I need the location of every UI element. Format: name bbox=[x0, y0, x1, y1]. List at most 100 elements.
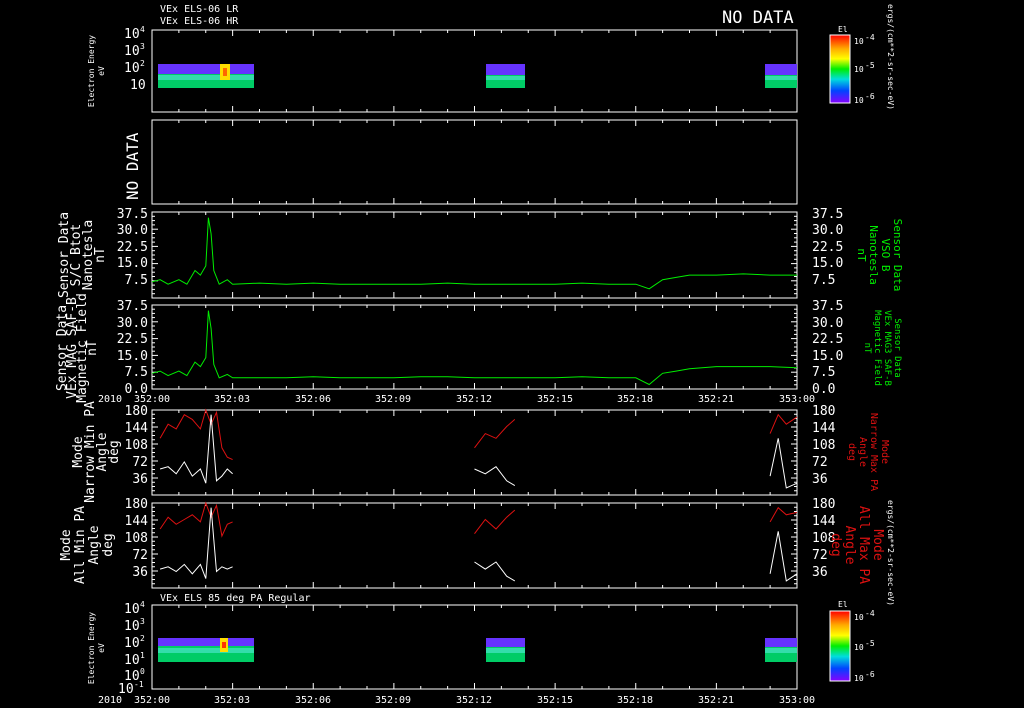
bot-xtick-8: 352:21 bbox=[698, 695, 734, 706]
mag_btot-series-0-segment-0 bbox=[151, 217, 797, 290]
mag1-ytick-4: 15.0 bbox=[117, 256, 148, 271]
pa2-right-label: Mode All Max PA Angle deg bbox=[828, 506, 885, 584]
spec-bot-yexp-5: 0 bbox=[140, 667, 145, 676]
pa1-right-label-4: deg bbox=[846, 443, 857, 461]
mid-xtick-3: 352:06 bbox=[295, 394, 331, 405]
mag1-ytick-2: 30.0 bbox=[117, 223, 148, 238]
mid-xtick-6: 352:15 bbox=[537, 394, 573, 405]
colorbar-top-tick-2: 10 bbox=[854, 65, 864, 74]
mag-panel-1-frame bbox=[151, 211, 798, 299]
mag2-ytick-3: 22.5 bbox=[117, 332, 148, 347]
pa1-right-label: Mode Narrow Max PA Angle deg bbox=[846, 413, 890, 491]
spectrogram-bottom-yaxis: 10 4 10 3 10 2 10 1 10 0 10 -1 bbox=[118, 600, 145, 697]
mid-xtick-5: 352:12 bbox=[456, 394, 492, 405]
bot-xtick-6: 352:15 bbox=[537, 695, 573, 706]
pa1-ytick-5: 36 bbox=[132, 472, 148, 487]
pa1-ytick-1: 180 bbox=[125, 404, 148, 419]
spec-bot-ytick-4: 10 bbox=[124, 653, 140, 668]
mag1-left-label-4: nT bbox=[93, 247, 108, 263]
mag2-ytick-2: 30.0 bbox=[117, 316, 148, 331]
nodata-panel-text: NO DATA bbox=[123, 132, 142, 200]
colorbar-top-units: ergs/(cm**2-sr-sec-eV) bbox=[886, 4, 895, 110]
pa2-ytick-r4: 72 bbox=[812, 548, 828, 563]
colorbar-bottom bbox=[829, 610, 851, 682]
spec-top-yexp-3: 2 bbox=[140, 59, 145, 68]
colorbar-bottom-tick-1: 10 bbox=[854, 613, 864, 622]
pa2-right-label-4: deg bbox=[828, 533, 843, 556]
spec-bot-yexp-2: 3 bbox=[140, 617, 145, 626]
pa2-ytick-2: 144 bbox=[125, 514, 149, 529]
mag-panel-2-yaxis: 37.5 30.0 22.5 15.0 7.5 0.0 37.5 30.0 22… bbox=[117, 299, 844, 397]
bottom-panel-title: VEx ELS 85 deg PA Regular bbox=[160, 593, 311, 604]
spectrogram-bottom-data bbox=[158, 638, 797, 662]
colorbar-top-tick-3: 10 bbox=[854, 96, 864, 105]
mag2-left-label: Sensor Data VEx MAG SAF-B Magnetic Field… bbox=[55, 293, 100, 403]
mag2-left-label-4: nT bbox=[85, 340, 100, 356]
spec-bot-yexp-4: 1 bbox=[140, 651, 145, 660]
plot-canvas: VEx ELS-06 LR VEx ELS-06 HR NO DATA 10 4… bbox=[55, 4, 904, 706]
spec-bot-yexp-1: 4 bbox=[140, 600, 145, 609]
pa_all-series-1-segment-1 bbox=[474, 561, 516, 582]
pa-panel-2-frame bbox=[151, 502, 798, 589]
pa2-ytick-3: 108 bbox=[125, 531, 148, 546]
mag1-ytick-r1: 37.5 bbox=[812, 207, 843, 222]
middle-time-axis: 2010 352:00 352:03 352:06 352:09 352:12 … bbox=[98, 394, 815, 405]
pa-panel-1-yaxis: 180 144 108 72 36 180 144 108 72 36 bbox=[125, 404, 836, 487]
pa1-ytick-r5: 36 bbox=[812, 472, 828, 487]
mag2-ytick-r5: 7.5 bbox=[812, 365, 835, 380]
pa1-ytick-2: 144 bbox=[125, 421, 149, 436]
pa2-left-label: Mode All Min PA Angle deg bbox=[59, 506, 116, 584]
colorbar-top-title: El bbox=[838, 25, 848, 34]
spec-bot-yexp-6: -1 bbox=[134, 680, 144, 689]
colorbar-top-exp-2: -5 bbox=[865, 61, 875, 70]
mag2-ytick-1: 37.5 bbox=[117, 299, 148, 314]
mid-xtick-7: 352:18 bbox=[617, 394, 653, 405]
mag1-ytick-1: 37.5 bbox=[117, 207, 148, 222]
spec-bot-ytick-1: 10 bbox=[124, 602, 140, 617]
spec-top-ylabel-2: eV bbox=[97, 66, 106, 76]
pa1-ytick-3: 108 bbox=[125, 438, 148, 453]
spec-top-ylabel-1: Electron Energy bbox=[87, 35, 96, 107]
colorbar-bottom-title: El bbox=[838, 600, 848, 609]
spec-top-ytick-3: 10 bbox=[124, 61, 140, 76]
mag1-ytick-r2: 30.0 bbox=[812, 223, 843, 238]
spec-top-ylabel: Electron Energy eV bbox=[87, 35, 106, 107]
pa2-ytick-r2: 144 bbox=[812, 514, 836, 529]
mag2-right-label-4: nT bbox=[862, 343, 872, 354]
spec-top-ytick-2: 10 bbox=[124, 44, 140, 59]
spec-bot-yexp-3: 2 bbox=[140, 634, 145, 643]
middle-year-label: 2010 bbox=[98, 394, 122, 405]
spectrogram-top-yaxis: 10 4 10 3 10 2 10 bbox=[124, 25, 146, 93]
bot-xtick-7: 352:18 bbox=[617, 695, 653, 706]
spec-top-yexp-1: 4 bbox=[140, 25, 145, 34]
pa1-ytick-r2: 144 bbox=[812, 421, 836, 436]
spec-bot-ylabel: Electron Energy eV bbox=[87, 612, 106, 684]
spec-bot-ytick-2: 10 bbox=[124, 619, 140, 634]
mag1-ytick-r5: 7.5 bbox=[812, 273, 835, 288]
pa2-ytick-1: 180 bbox=[125, 497, 148, 512]
spec-top-yexp-2: 3 bbox=[140, 42, 145, 51]
mag2-ytick-r2: 30.0 bbox=[812, 316, 843, 331]
mag2-right-label: Sensor Data VEx MAG3 SAF-B Magnetic Fiel… bbox=[862, 310, 902, 386]
bottom-time-axis: 2010 352:00 352:03 352:06 352:09 352:12 … bbox=[98, 695, 815, 706]
pa_narrow-series-0-segment-1 bbox=[474, 419, 516, 449]
pa1-ytick-r3: 108 bbox=[812, 438, 835, 453]
pa_narrow-series-1-segment-2 bbox=[769, 438, 798, 489]
header-line-1: VEx ELS-06 LR bbox=[160, 4, 239, 15]
pa_all-series-0-segment-1 bbox=[474, 509, 516, 535]
mag2-right-label-3: Magnetic Field bbox=[872, 310, 882, 386]
mag_saf-series-0-segment-0 bbox=[151, 310, 798, 386]
mag1-right-label-4: nT bbox=[855, 248, 868, 262]
bot-xtick-1: 352:00 bbox=[134, 695, 170, 706]
mid-xtick-9: 353:00 bbox=[779, 394, 815, 405]
mid-xtick-4: 352:09 bbox=[375, 394, 411, 405]
spectrogram-top-data bbox=[158, 64, 797, 88]
bot-xtick-3: 352:06 bbox=[295, 695, 331, 706]
mag2-ytick-r3: 22.5 bbox=[812, 332, 843, 347]
bot-xtick-5: 352:12 bbox=[456, 695, 492, 706]
mag2-ytick-r4: 15.0 bbox=[812, 349, 843, 364]
colorbar-bottom-exp-2: -5 bbox=[865, 639, 875, 648]
bot-xtick-2: 352:03 bbox=[214, 695, 250, 706]
pa1-left-label-4: deg bbox=[107, 440, 122, 463]
pa_all-series-1-segment-2 bbox=[769, 531, 798, 582]
